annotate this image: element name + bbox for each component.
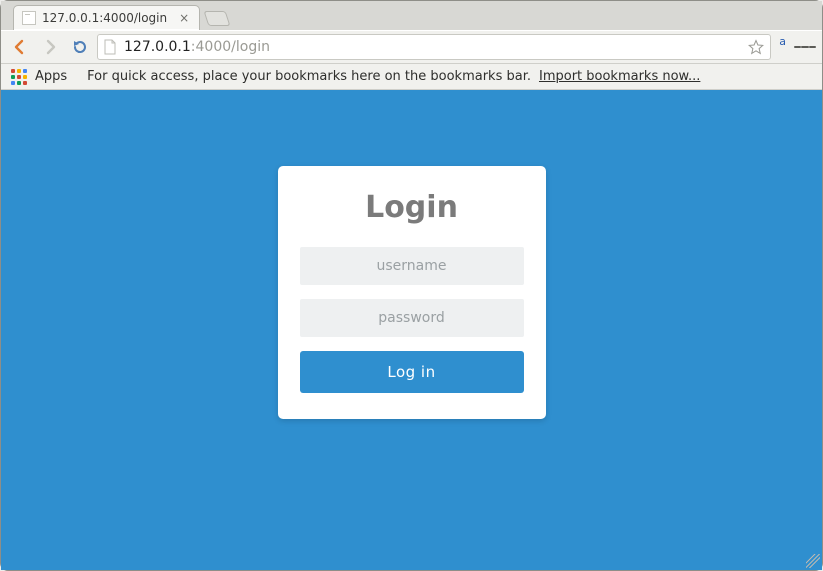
reload-button[interactable] [67,34,93,60]
new-tab-button[interactable] [204,11,231,26]
apps-icon[interactable] [11,69,27,85]
tab-title: 127.0.0.1:4000/login [42,11,167,25]
url-host: 127.0.0.1 [124,39,191,55]
window-maximize-button[interactable] [772,5,792,21]
bookmarks-bar: Apps For quick access, place your bookma… [1,64,822,90]
file-icon [22,11,36,25]
back-button[interactable] [7,34,33,60]
bookmark-star-icon[interactable] [746,37,766,57]
forward-button[interactable] [37,34,63,60]
close-icon[interactable]: × [177,11,191,25]
login-card: Login Log in [278,166,546,419]
resize-grip-icon[interactable] [806,554,820,568]
username-input[interactable] [300,247,524,285]
window-minimize-button[interactable] [748,5,768,21]
browser-tab[interactable]: 127.0.0.1:4000/login × [13,5,200,30]
login-button[interactable]: Log in [300,351,524,393]
file-icon [102,39,118,55]
bookmarks-hint: For quick access, place your bookmarks h… [87,69,531,84]
window-close-button[interactable] [796,5,816,21]
toolbar: 127.0.0.1:4000/login a [1,30,822,64]
menu-button[interactable] [794,36,816,58]
address-bar[interactable]: 127.0.0.1:4000/login [97,34,771,60]
login-heading: Login [300,190,524,225]
url-path: :4000/login [191,39,270,55]
url-text: 127.0.0.1:4000/login [124,39,746,55]
browser-window: 127.0.0.1:4000/login × 127.0.0.1:4000/lo… [0,0,823,571]
password-input[interactable] [300,299,524,337]
translate-indicator[interactable]: a [779,35,786,48]
apps-label[interactable]: Apps [35,69,67,84]
page-viewport: Login Log in [1,90,822,570]
import-bookmarks-link[interactable]: Import bookmarks now... [539,69,700,84]
